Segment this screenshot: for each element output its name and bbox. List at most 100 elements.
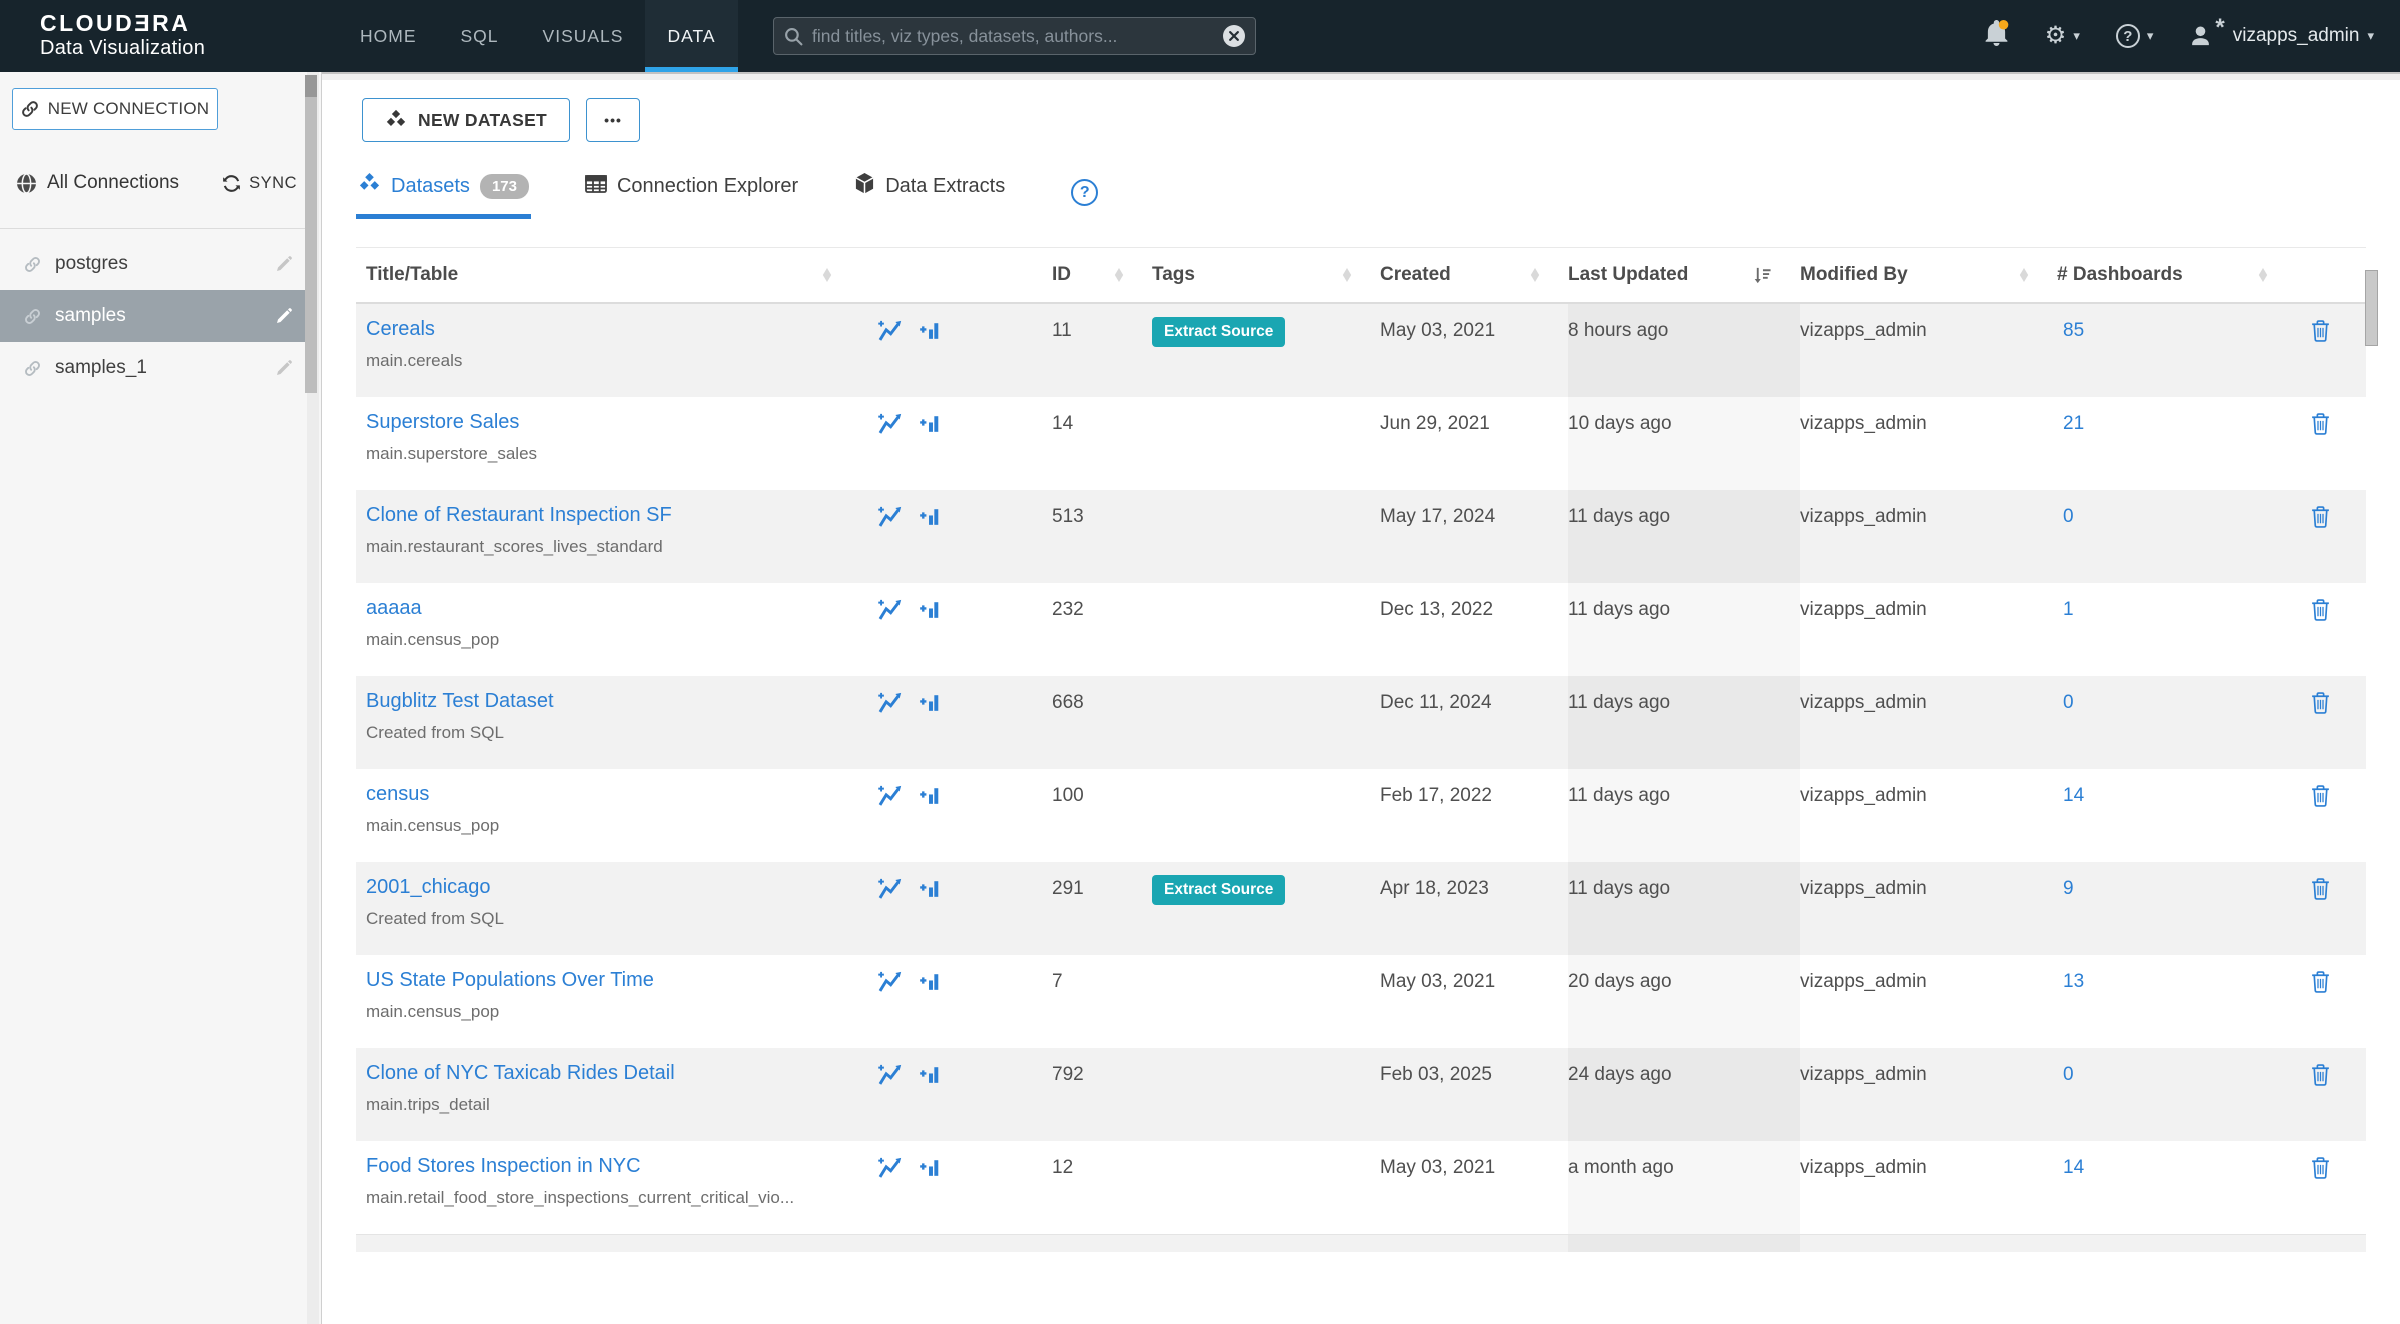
dataset-table-name: main.superstore_sales xyxy=(366,444,876,464)
new-visual-icon[interactable] xyxy=(876,783,903,810)
sidebar-scrollbar-thumb[interactable] xyxy=(305,75,317,393)
new-dashboard-icon[interactable] xyxy=(916,690,941,715)
sort-icon[interactable] xyxy=(1530,267,1540,283)
help-menu[interactable]: ? ▾ xyxy=(2116,24,2154,48)
col-dashboards[interactable]: # Dashboards xyxy=(2057,248,2306,302)
dataset-title-link[interactable]: Clone of Restaurant Inspection SF xyxy=(366,504,672,527)
nav-tab-home[interactable]: HOME xyxy=(338,0,439,72)
tab-help-icon[interactable]: ? xyxy=(1071,179,1098,206)
dataset-title-link[interactable]: Cereals xyxy=(366,318,435,341)
tab-data-extracts[interactable]: Data Extracts xyxy=(852,166,1007,219)
new-dashboard-icon[interactable] xyxy=(916,318,941,343)
id-cell: 513 xyxy=(1052,490,1152,583)
new-visual-icon[interactable] xyxy=(876,1155,903,1182)
sort-icon[interactable] xyxy=(2258,267,2268,283)
link-icon xyxy=(21,100,39,118)
horizontal-scrollbar[interactable] xyxy=(322,72,2400,80)
dataset-title-link[interactable]: US State Populations Over Time xyxy=(366,969,654,992)
new-visual-icon[interactable] xyxy=(876,690,903,717)
delete-trash-icon[interactable] xyxy=(2310,1156,2331,1179)
col-tags[interactable]: Tags xyxy=(1152,248,1380,302)
table-scrollbar-thumb[interactable] xyxy=(2365,270,2378,346)
col-created[interactable]: Created xyxy=(1380,248,1568,302)
dataset-title-link[interactable]: Food Stores Inspection in NYC xyxy=(366,1155,641,1178)
global-search[interactable] xyxy=(773,17,1256,55)
dashboards-count-link[interactable]: 1 xyxy=(2057,583,2306,676)
delete-trash-icon[interactable] xyxy=(2310,877,2331,900)
user-menu[interactable]: * vizapps_admin ▾ xyxy=(2189,25,2374,48)
nav-tab-visuals[interactable]: VISUALS xyxy=(521,0,646,72)
delete-trash-icon[interactable] xyxy=(2310,691,2331,714)
delete-trash-icon[interactable] xyxy=(2310,598,2331,621)
new-visual-icon[interactable] xyxy=(876,411,903,438)
all-connections-item[interactable]: All Connections xyxy=(16,172,179,194)
delete-trash-icon[interactable] xyxy=(2310,505,2331,528)
new-dashboard-icon[interactable] xyxy=(916,411,941,436)
col-title-table[interactable]: Title/Table xyxy=(356,248,876,302)
dashboards-count-link[interactable]: 85 xyxy=(2057,304,2306,397)
dashboards-count-link[interactable]: 0 xyxy=(2057,676,2306,769)
dashboards-count-link[interactable]: 9 xyxy=(2057,862,2306,955)
edit-pencil-icon[interactable] xyxy=(275,359,293,377)
dataset-title-link[interactable]: aaaaa xyxy=(366,597,422,620)
col-modified-by[interactable]: Modified By xyxy=(1800,248,2057,302)
dashboards-count-link[interactable]: 14 xyxy=(2057,769,2306,862)
sort-icon[interactable] xyxy=(2019,267,2029,283)
dataset-title-link[interactable]: census xyxy=(366,783,429,806)
col-id[interactable]: ID xyxy=(1052,248,1152,302)
more-actions-button[interactable]: ••• xyxy=(586,98,640,142)
sort-icon[interactable] xyxy=(1114,267,1124,283)
dataset-title-link[interactable]: 2001_chicago xyxy=(366,876,491,899)
sidebar-item-postgres[interactable]: postgres xyxy=(0,238,307,290)
sort-icon[interactable] xyxy=(822,267,832,283)
dashboards-count-link[interactable]: 0 xyxy=(2057,490,2306,583)
last-updated-cell: 10 days ago xyxy=(1568,397,1800,490)
sort-icon[interactable] xyxy=(1342,267,1352,283)
new-dashboard-icon[interactable] xyxy=(916,876,941,901)
tab-datasets[interactable]: Datasets 173 xyxy=(356,166,531,219)
new-visual-icon[interactable] xyxy=(876,1062,903,1089)
dashboards-count-link[interactable]: 21 xyxy=(2057,397,2306,490)
dashboards-count-link[interactable]: 13 xyxy=(2057,955,2306,1048)
notifications-bell-icon[interactable] xyxy=(1984,20,2009,52)
dataset-title-link[interactable]: Clone of NYC Taxicab Rides Detail xyxy=(366,1062,675,1085)
dataset-title-link[interactable]: Superstore Sales xyxy=(366,411,519,434)
new-connection-button[interactable]: NEW CONNECTION xyxy=(12,88,218,130)
new-visual-icon[interactable] xyxy=(876,969,903,996)
delete-trash-icon[interactable] xyxy=(2310,412,2331,435)
search-input[interactable] xyxy=(812,26,1223,47)
title-cell: Clone of NYC Taxicab Rides Detail main.t… xyxy=(356,1048,876,1141)
edit-pencil-icon[interactable] xyxy=(275,307,293,325)
new-dashboard-icon[interactable] xyxy=(916,783,941,808)
delete-trash-icon[interactable] xyxy=(2310,319,2331,342)
dashboards-count-link[interactable]: 0 xyxy=(2057,1048,2306,1141)
new-dashboard-icon[interactable] xyxy=(916,597,941,622)
new-dashboard-icon[interactable] xyxy=(916,1155,941,1180)
new-dashboard-icon[interactable] xyxy=(916,969,941,994)
new-visual-icon[interactable] xyxy=(876,318,903,345)
new-dataset-button[interactable]: NEW DATASET xyxy=(362,98,570,142)
new-visual-icon[interactable] xyxy=(876,504,903,531)
new-dashboard-icon[interactable] xyxy=(916,1062,941,1087)
edit-pencil-icon[interactable] xyxy=(275,255,293,273)
dataset-title-link[interactable]: Bugblitz Test Dataset xyxy=(366,690,554,713)
delete-trash-icon[interactable] xyxy=(2310,1063,2331,1086)
new-visual-icon[interactable] xyxy=(876,597,903,624)
sync-button[interactable]: SYNC xyxy=(222,174,297,193)
col-last-updated[interactable]: Last Updated xyxy=(1568,248,1800,302)
delete-trash-icon[interactable] xyxy=(2310,784,2331,807)
sort-descending-icon[interactable] xyxy=(1753,266,1772,284)
tab-connection-explorer[interactable]: Connection Explorer xyxy=(583,166,800,219)
sidebar-item-samples_1[interactable]: samples_1 xyxy=(0,342,307,394)
delete-trash-icon[interactable] xyxy=(2310,970,2331,993)
settings-menu[interactable]: ⚙ ▾ xyxy=(2045,24,2080,48)
new-dashboard-icon[interactable] xyxy=(916,504,941,529)
sidebar-item-samples[interactable]: samples xyxy=(0,290,307,342)
dashboards-count-link[interactable]: 14 xyxy=(2057,1141,2306,1234)
nav-tab-sql[interactable]: SQL xyxy=(439,0,521,72)
clear-search-icon[interactable] xyxy=(1223,25,1245,47)
sidebar-scrollbar[interactable] xyxy=(307,72,319,1324)
new-visual-icon[interactable] xyxy=(876,876,903,903)
all-connections-label: All Connections xyxy=(47,172,179,194)
nav-tab-data[interactable]: DATA xyxy=(645,0,737,72)
